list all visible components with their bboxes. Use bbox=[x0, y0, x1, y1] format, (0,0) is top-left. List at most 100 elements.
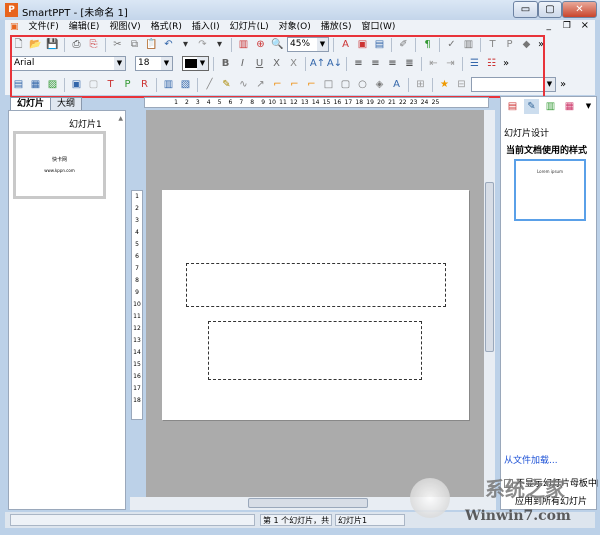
slide[interactable] bbox=[162, 190, 469, 420]
more-icon[interactable]: » bbox=[501, 56, 511, 71]
more-icon[interactable]: » bbox=[558, 77, 568, 92]
chevron-down-icon[interactable]: ▼ bbox=[581, 99, 596, 114]
menu-item[interactable]: 格式(R) bbox=[146, 20, 187, 35]
copy-icon[interactable]: ⧉ bbox=[127, 37, 142, 52]
mdi-close-button[interactable]: × bbox=[581, 20, 589, 31]
indent-right-icon[interactable]: ⇥ bbox=[443, 56, 458, 71]
load-from-file-link[interactable]: 从文件加载... bbox=[504, 453, 558, 466]
cut-icon[interactable]: ✂ bbox=[110, 37, 125, 52]
indent-left-icon[interactable]: ⇤ bbox=[426, 56, 441, 71]
template-thumbnail[interactable]: Lorem ipsum bbox=[514, 159, 586, 221]
underline-icon[interactable]: U bbox=[252, 56, 267, 71]
table-icon[interactable]: ▦ bbox=[28, 77, 43, 92]
paragraph-icon[interactable]: ¶ bbox=[420, 37, 435, 52]
columns-icon[interactable]: ▥ bbox=[461, 37, 476, 52]
p-box-icon[interactable]: P bbox=[502, 37, 517, 52]
menu-item[interactable]: 窗口(W) bbox=[357, 20, 401, 35]
numbering-icon[interactable]: ☷ bbox=[484, 56, 499, 71]
mdi-restore-button[interactable]: ❐ bbox=[563, 21, 571, 31]
wordart-icon[interactable]: A bbox=[389, 77, 404, 92]
font-select[interactable]: Arial ▼ bbox=[11, 56, 126, 71]
shrink-font-icon[interactable]: A↓ bbox=[327, 56, 342, 71]
r-frame-icon[interactable]: R bbox=[137, 77, 152, 92]
rectangle-icon[interactable]: □ bbox=[321, 77, 336, 92]
bold-icon[interactable]: B bbox=[218, 56, 233, 71]
scroll-up-arrow[interactable]: ▲ bbox=[118, 115, 123, 122]
color-scheme-icon[interactable]: ▥ bbox=[543, 99, 558, 114]
menu-item[interactable]: 插入(I) bbox=[187, 20, 225, 35]
color-select[interactable]: ▼ bbox=[182, 56, 209, 71]
menu-item[interactable]: 播放(S) bbox=[316, 20, 357, 35]
italic-icon[interactable]: I bbox=[235, 56, 250, 71]
redo-icon[interactable]: ↷ bbox=[195, 37, 210, 52]
animation-icon[interactable]: ▦ bbox=[562, 99, 577, 114]
mdi-minimize-button[interactable]: _ bbox=[547, 21, 552, 31]
connector-3-icon[interactable]: ⌐ bbox=[304, 77, 319, 92]
picture-frame-icon[interactable]: ▢ bbox=[86, 77, 101, 92]
connector-2-icon[interactable]: ⌐ bbox=[287, 77, 302, 92]
shadow-icon[interactable]: X bbox=[286, 56, 301, 71]
subtitle-placeholder[interactable] bbox=[208, 321, 422, 380]
dropdown-icon[interactable]: ▾ bbox=[212, 37, 227, 52]
text-box-icon[interactable]: T bbox=[485, 37, 500, 52]
magnifier-icon[interactable]: 🔍 bbox=[270, 37, 285, 52]
align-right-icon[interactable]: ≡ bbox=[385, 56, 400, 71]
frame-a-icon[interactable]: ▥ bbox=[161, 77, 176, 92]
save-icon[interactable]: 💾 bbox=[45, 37, 60, 52]
tab-slides[interactable]: 幻灯片 bbox=[10, 97, 52, 110]
picture-icon[interactable]: ▨ bbox=[45, 77, 60, 92]
bullets-icon[interactable]: ☰ bbox=[467, 56, 482, 71]
textbox-frame-icon[interactable]: ▤ bbox=[11, 77, 26, 92]
arrow-icon[interactable]: ↗ bbox=[253, 77, 268, 92]
maximize-button[interactable]: ▢ bbox=[538, 1, 562, 18]
scroll-thumb[interactable] bbox=[485, 182, 494, 352]
p-frame-icon[interactable]: P bbox=[120, 77, 135, 92]
title-placeholder[interactable] bbox=[186, 263, 446, 307]
ole-icon[interactable]: ▣ bbox=[69, 77, 84, 92]
frame-b-icon[interactable]: ▧ bbox=[178, 77, 193, 92]
align-left-icon[interactable]: ≡ bbox=[351, 56, 366, 71]
menu-item[interactable]: 对象(O) bbox=[274, 20, 316, 35]
minimize-button[interactable]: ▭ bbox=[513, 1, 538, 18]
dropdown-icon[interactable]: ▾ bbox=[178, 37, 193, 52]
menu-item[interactable]: 编辑(E) bbox=[64, 20, 105, 35]
shapes-icon[interactable]: ◈ bbox=[372, 77, 387, 92]
menu-item[interactable]: 文件(F) bbox=[24, 20, 64, 35]
scroll-thumb[interactable] bbox=[248, 498, 368, 508]
menu-item[interactable]: 视图(V) bbox=[104, 20, 145, 35]
text-a-icon[interactable]: A bbox=[338, 37, 353, 52]
pdf-icon[interactable]: ⎘ bbox=[86, 37, 101, 52]
ellipse-icon[interactable]: ○ bbox=[355, 77, 370, 92]
slide-layout-icon[interactable]: ▤ bbox=[505, 99, 520, 114]
t-frame-icon[interactable]: T bbox=[103, 77, 118, 92]
insert-image-icon[interactable]: ▣ bbox=[355, 37, 370, 52]
slide-thumbnail[interactable]: 快卡网 www.kppn.com bbox=[13, 131, 106, 199]
layout-icon[interactable]: ▤ bbox=[372, 37, 387, 52]
new-doc-icon[interactable]: 🗋 bbox=[11, 37, 26, 52]
menu-item[interactable]: 幻灯片(L) bbox=[225, 20, 274, 35]
more-icon[interactable]: » bbox=[536, 37, 546, 52]
grow-font-icon[interactable]: A↑ bbox=[310, 56, 325, 71]
undo-icon[interactable]: ↶ bbox=[161, 37, 176, 52]
justify-icon[interactable]: ≣ bbox=[402, 56, 417, 71]
chart-icon[interactable]: ▥ bbox=[236, 37, 251, 52]
tab-outline[interactable]: 大纲 bbox=[50, 97, 83, 110]
ungroup-icon[interactable]: ⊟ bbox=[454, 77, 469, 92]
group-icon[interactable]: ⊞ bbox=[413, 77, 428, 92]
print-icon[interactable]: ⎙ bbox=[69, 37, 84, 52]
zoom-find-icon[interactable]: ⊕ bbox=[253, 37, 268, 52]
open-folder-icon[interactable]: 📂 bbox=[28, 37, 43, 52]
pen-icon[interactable]: ✎ bbox=[219, 77, 234, 92]
font-size-select[interactable]: 18 ▼ bbox=[135, 56, 173, 71]
align-center-icon[interactable]: ≡ bbox=[368, 56, 383, 71]
paste-icon[interactable]: 📋 bbox=[144, 37, 159, 52]
line-icon[interactable]: ╱ bbox=[202, 77, 217, 92]
rounded-rect-icon[interactable]: ▢ bbox=[338, 77, 353, 92]
strike-icon[interactable]: X bbox=[269, 56, 284, 71]
design-icon[interactable]: ✎ bbox=[524, 99, 539, 114]
shape-style-select[interactable]: ▼ bbox=[471, 77, 556, 92]
format-brush-icon[interactable]: ✐ bbox=[396, 37, 411, 52]
connector-1-icon[interactable]: ⌐ bbox=[270, 77, 285, 92]
box-3d-icon[interactable]: ◆ bbox=[519, 37, 534, 52]
zoom-select[interactable]: 45% ▼ bbox=[287, 37, 329, 52]
